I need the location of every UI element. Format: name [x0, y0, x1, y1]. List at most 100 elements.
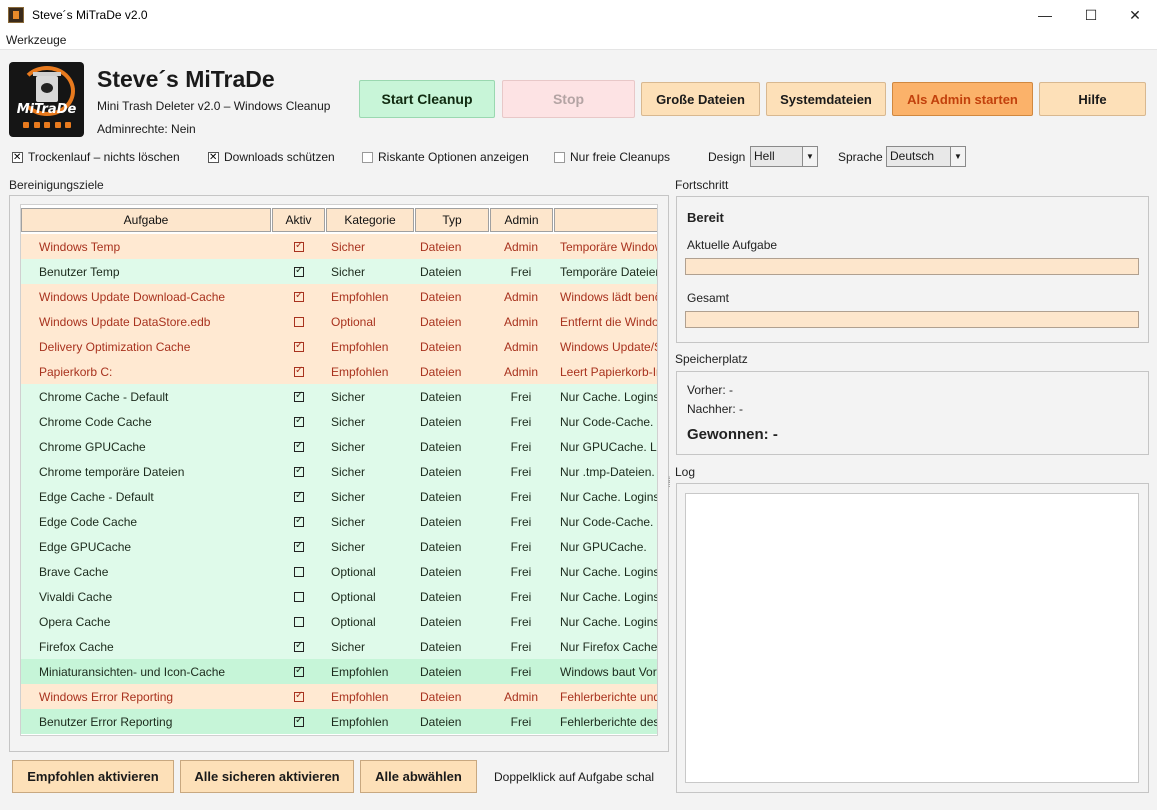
table-row[interactable]: Windows Error Reporting Empfohlen Dateien A… — [21, 684, 657, 709]
table-row[interactable]: Chrome GPUCache Sicher Dateien Frei Nur GPUC… — [21, 434, 657, 459]
language-select[interactable]: Deutsch ▼ — [886, 146, 966, 167]
active-checkbox[interactable] — [294, 365, 304, 378]
run-as-admin-button[interactable]: Als Admin starten — [892, 82, 1033, 116]
start-cleanup-button[interactable]: Start Cleanup — [359, 80, 495, 118]
row-active[interactable] — [272, 265, 326, 279]
show-risky-checkbox[interactable] — [362, 151, 373, 163]
table-row[interactable]: Edge Cache - Default Sicher Dateien Frei Nur… — [21, 484, 657, 509]
col-header-category[interactable]: Kategorie — [326, 208, 414, 232]
active-checkbox[interactable] — [294, 390, 304, 403]
free-only-option[interactable]: Nur freie Cleanups — [554, 150, 670, 164]
table-row[interactable]: Windows Update DataStore.edb Optional Date… — [21, 309, 657, 334]
active-checkbox[interactable] — [294, 290, 304, 303]
row-active[interactable] — [272, 290, 326, 304]
row-active[interactable] — [272, 340, 326, 354]
active-checkbox[interactable] — [294, 617, 304, 628]
show-risky-option[interactable]: Riskante Optionen anzeigen — [362, 150, 529, 164]
large-files-button[interactable]: Große Dateien — [641, 82, 760, 116]
table-row[interactable]: Windows Temp Sicher Dateien Admin Temporäre … — [21, 234, 657, 259]
table-row[interactable]: Papierkorb C: Empfohlen Dateien Admin Leert … — [21, 359, 657, 384]
dry-run-option[interactable]: Trockenlauf – nichts löschen — [12, 150, 180, 164]
active-checkbox[interactable] — [294, 567, 304, 578]
deselect-all-button[interactable]: Alle abwählen — [360, 760, 477, 793]
col-header-task[interactable]: Aufgabe — [21, 208, 271, 232]
col-header-active[interactable]: Aktiv — [272, 208, 325, 232]
table-row[interactable]: Vivaldi Cache Optional Dateien Frei Nur Cach… — [21, 584, 657, 609]
row-active[interactable] — [272, 590, 326, 604]
row-active[interactable] — [272, 565, 326, 579]
logo-text: MiTraDe — [16, 102, 77, 117]
active-checkbox[interactable] — [294, 440, 304, 453]
active-checkbox[interactable] — [294, 640, 304, 653]
row-active[interactable] — [272, 540, 326, 554]
design-select[interactable]: Hell ▼ — [750, 146, 818, 167]
row-type: Dateien — [420, 289, 462, 304]
row-active[interactable] — [272, 640, 326, 654]
stop-button[interactable]: Stop — [502, 80, 635, 118]
table-row[interactable]: Delivery Optimization Cache Empfohlen Date… — [21, 334, 657, 359]
maximize-button[interactable]: ☐ — [1068, 0, 1114, 30]
row-admin: Frei — [510, 514, 532, 529]
active-checkbox[interactable] — [294, 490, 304, 503]
active-checkbox[interactable] — [294, 515, 304, 528]
row-active[interactable] — [272, 440, 326, 454]
table-row[interactable]: Edge GPUCache Sicher Dateien Frei Nur GPUCac… — [21, 534, 657, 559]
row-active[interactable] — [272, 315, 326, 329]
close-button[interactable]: ✕ — [1112, 0, 1157, 30]
col-header-description[interactable] — [554, 208, 657, 232]
active-checkbox[interactable] — [294, 540, 304, 553]
table-row[interactable]: Brave Cache Optional Dateien Frei Nur Cache.… — [21, 559, 657, 584]
active-checkbox[interactable] — [294, 240, 304, 253]
table-row[interactable]: Firefox Cache Sicher Dateien Frei Nur Firefo… — [21, 634, 657, 659]
chevron-down-icon[interactable]: ▼ — [802, 147, 817, 166]
table-row[interactable]: Edge Code Cache Sicher Dateien Frei Nur Code… — [21, 509, 657, 534]
row-active[interactable] — [272, 690, 326, 704]
row-active[interactable] — [272, 515, 326, 529]
row-active[interactable] — [272, 415, 326, 429]
protect-downloads-option[interactable]: Downloads schützen — [208, 150, 335, 164]
row-active[interactable] — [272, 465, 326, 479]
active-checkbox[interactable] — [294, 415, 304, 428]
active-checkbox[interactable] — [294, 265, 304, 278]
row-type: Dateien — [420, 314, 462, 329]
log-output[interactable] — [685, 493, 1139, 783]
active-checkbox[interactable] — [294, 592, 304, 603]
minimize-button[interactable]: — — [1022, 0, 1068, 30]
table-row[interactable]: Benutzer Temp Sicher Dateien Frei Temporäre … — [21, 259, 657, 284]
chevron-down-icon[interactable]: ▼ — [950, 147, 965, 166]
enable-recommended-button[interactable]: Empfohlen aktivieren — [12, 760, 174, 793]
free-only-checkbox[interactable] — [554, 151, 565, 163]
active-checkbox[interactable] — [294, 465, 304, 478]
table-row[interactable]: Benutzer Error Reporting Empfohlen Dateien… — [21, 709, 657, 734]
col-header-type[interactable]: Typ — [415, 208, 489, 232]
row-active[interactable] — [272, 365, 326, 379]
row-active[interactable] — [272, 715, 326, 729]
table-row[interactable]: Windows Update Download-Cache Empfohlen Da… — [21, 284, 657, 309]
table-row[interactable]: Miniaturansichten- und Icon-Cache Empfohl… — [21, 659, 657, 684]
active-checkbox[interactable] — [294, 690, 304, 703]
dry-run-checkbox[interactable] — [12, 151, 23, 164]
active-checkbox[interactable] — [294, 715, 304, 728]
row-active[interactable] — [272, 615, 326, 629]
row-active[interactable] — [272, 665, 326, 679]
menu-tools[interactable]: Werkzeuge — [6, 33, 66, 47]
table-row[interactable]: Chrome Code Cache Sicher Dateien Frei Nur Co… — [21, 409, 657, 434]
col-header-admin[interactable]: Admin — [490, 208, 553, 232]
targets-table[interactable]: Aufgabe Aktiv Kategorie Typ Admin Window… — [20, 204, 658, 736]
active-checkbox[interactable] — [294, 665, 304, 678]
row-admin: Admin — [503, 339, 538, 354]
dry-run-label: Trockenlauf – nichts löschen — [28, 150, 180, 164]
splitter-handle[interactable]: ⁞ ⁞ — [668, 476, 673, 498]
enable-safe-button[interactable]: Alle sicheren aktivieren — [180, 760, 354, 793]
row-active[interactable] — [272, 390, 326, 404]
active-checkbox[interactable] — [294, 317, 304, 328]
help-button[interactable]: Hilfe — [1039, 82, 1146, 116]
table-row[interactable]: Opera Cache Optional Dateien Frei Nur Cache.… — [21, 609, 657, 634]
active-checkbox[interactable] — [294, 340, 304, 353]
row-active[interactable] — [272, 240, 326, 254]
protect-downloads-checkbox[interactable] — [208, 151, 219, 164]
table-row[interactable]: Chrome Cache - Default Sicher Dateien Frei N… — [21, 384, 657, 409]
table-row[interactable]: Chrome temporäre Dateien Sicher Dateien Fre… — [21, 459, 657, 484]
system-files-button[interactable]: Systemdateien — [766, 82, 886, 116]
row-active[interactable] — [272, 490, 326, 504]
